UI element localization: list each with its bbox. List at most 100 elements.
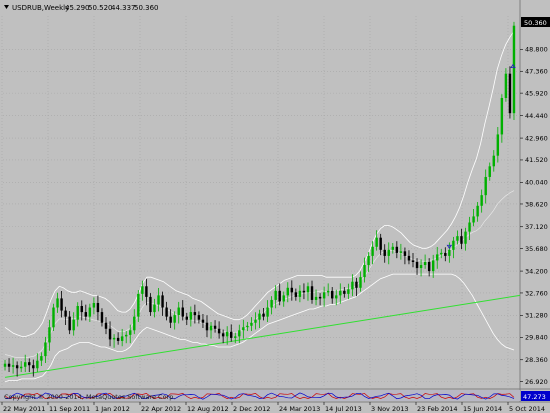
candle-body	[363, 265, 366, 278]
candle-body	[335, 295, 338, 299]
candle-body	[221, 333, 225, 337]
price-tick-label: 44.440	[525, 112, 548, 120]
candle-body	[343, 290, 346, 294]
candle-body	[36, 360, 39, 369]
time-tick-label: 3 Nov 2013	[371, 405, 409, 413]
candle-body	[11, 365, 15, 367]
candle-body	[298, 290, 302, 297]
candle-body	[460, 236, 463, 244]
candle-body	[496, 134, 500, 156]
ohlc-open: 45.290	[65, 4, 90, 12]
candle-body	[492, 155, 495, 167]
symbol-timeframe: USDRUB,Weekly	[12, 4, 69, 12]
price-tick-label: 26.920	[525, 378, 548, 386]
candle-body	[230, 331, 233, 338]
time-tick-label: 23 Feb 2014	[417, 405, 457, 413]
candle-body	[60, 298, 63, 311]
candle-body	[262, 313, 265, 317]
candle-body	[92, 302, 96, 308]
candle-body	[411, 260, 415, 262]
candle-body	[326, 290, 330, 293]
candle-body	[84, 312, 88, 317]
price-tick-label: 32.760	[525, 289, 548, 297]
candle-body	[488, 166, 491, 177]
candle-body	[512, 25, 516, 114]
candle-body	[371, 246, 374, 256]
candle-body	[399, 251, 403, 253]
candle-body	[306, 286, 310, 293]
candle-body	[141, 286, 144, 294]
candle-body	[480, 195, 483, 206]
ohlc-low: 44.337	[111, 4, 136, 12]
price-tick-label: 28.360	[525, 356, 548, 364]
candle-body	[88, 307, 92, 317]
candle-body	[415, 261, 419, 269]
candle-body	[133, 316, 136, 331]
candle-body	[423, 261, 427, 266]
candle-body	[452, 240, 455, 250]
candle-body	[137, 293, 140, 317]
candle-body	[185, 316, 189, 320]
time-tick-label: 1 Jan 2012	[95, 405, 130, 413]
time-tick-label: 22 May 2011	[3, 405, 45, 413]
candle-body	[387, 249, 390, 256]
candle-body	[395, 246, 399, 253]
candle-body	[266, 307, 269, 317]
candle-body	[290, 287, 294, 293]
candle-body	[112, 337, 116, 340]
time-tick-label: 11 Sep 2011	[49, 405, 90, 413]
price-tick-label: 37.120	[525, 223, 548, 231]
time-tick-label: 22 Apr 2012	[141, 405, 181, 413]
candle-body	[456, 236, 459, 241]
candle-body	[104, 322, 108, 329]
ohlc-close: 50.360	[134, 4, 159, 12]
candle-body	[419, 265, 423, 269]
ohlc-high: 50.520	[88, 4, 113, 12]
candle-body	[7, 363, 11, 367]
candle-body	[440, 252, 443, 255]
candle-body	[238, 330, 241, 337]
candle-body	[246, 325, 249, 328]
chart-window[interactable]: 48.800 47.360 45.920 44.440 42.960 41.520 40.0…	[0, 0, 550, 413]
candle-body	[173, 315, 176, 323]
candle-body	[169, 316, 172, 323]
candle-body	[375, 237, 378, 247]
price-tick-label: 38.620	[525, 200, 548, 208]
candle-body	[468, 222, 471, 232]
current-price-label: 50.360	[524, 19, 547, 27]
candle-body	[189, 312, 193, 320]
candle-body	[484, 176, 487, 196]
candle-body	[120, 336, 124, 341]
candle-body	[48, 327, 51, 343]
candle-body	[258, 313, 261, 320]
candle-body	[278, 290, 281, 302]
candle-body	[116, 337, 120, 341]
candle-body	[310, 286, 314, 300]
candle-body	[448, 249, 451, 256]
candle-body	[318, 296, 322, 299]
time-tick-label: 5 Oct 2014	[509, 405, 545, 413]
time-scale: 22 May 2011 11 Sep 2011 1 Jan 2012 22 Apr 2…	[1, 402, 545, 413]
price-chart[interactable]: 48.800 47.360 45.920 44.440 42.960 41.520 40.0…	[0, 0, 550, 413]
candle-body	[391, 246, 395, 250]
candle-body	[355, 281, 358, 288]
candle-body	[359, 277, 362, 288]
candle-body	[145, 286, 148, 297]
candle-body	[274, 290, 277, 300]
candle-body	[286, 287, 289, 296]
candle-body	[64, 310, 67, 317]
price-scale: 48.800 47.360 45.920 44.440 42.960 41.520 40.0…	[520, 46, 548, 386]
candle-body	[217, 328, 221, 334]
price-tick-label: 42.960	[525, 134, 548, 142]
candle-body	[383, 249, 386, 256]
price-tick-label: 35.680	[525, 245, 548, 253]
plot-area[interactable]	[0, 0, 520, 389]
candle-body	[56, 298, 59, 308]
candle-body	[157, 295, 160, 305]
candle-body	[351, 281, 354, 290]
candle-body	[282, 295, 285, 302]
candle-body	[52, 307, 55, 328]
candle-body	[76, 306, 79, 320]
candle-body	[213, 325, 217, 329]
candle-body	[427, 261, 431, 272]
